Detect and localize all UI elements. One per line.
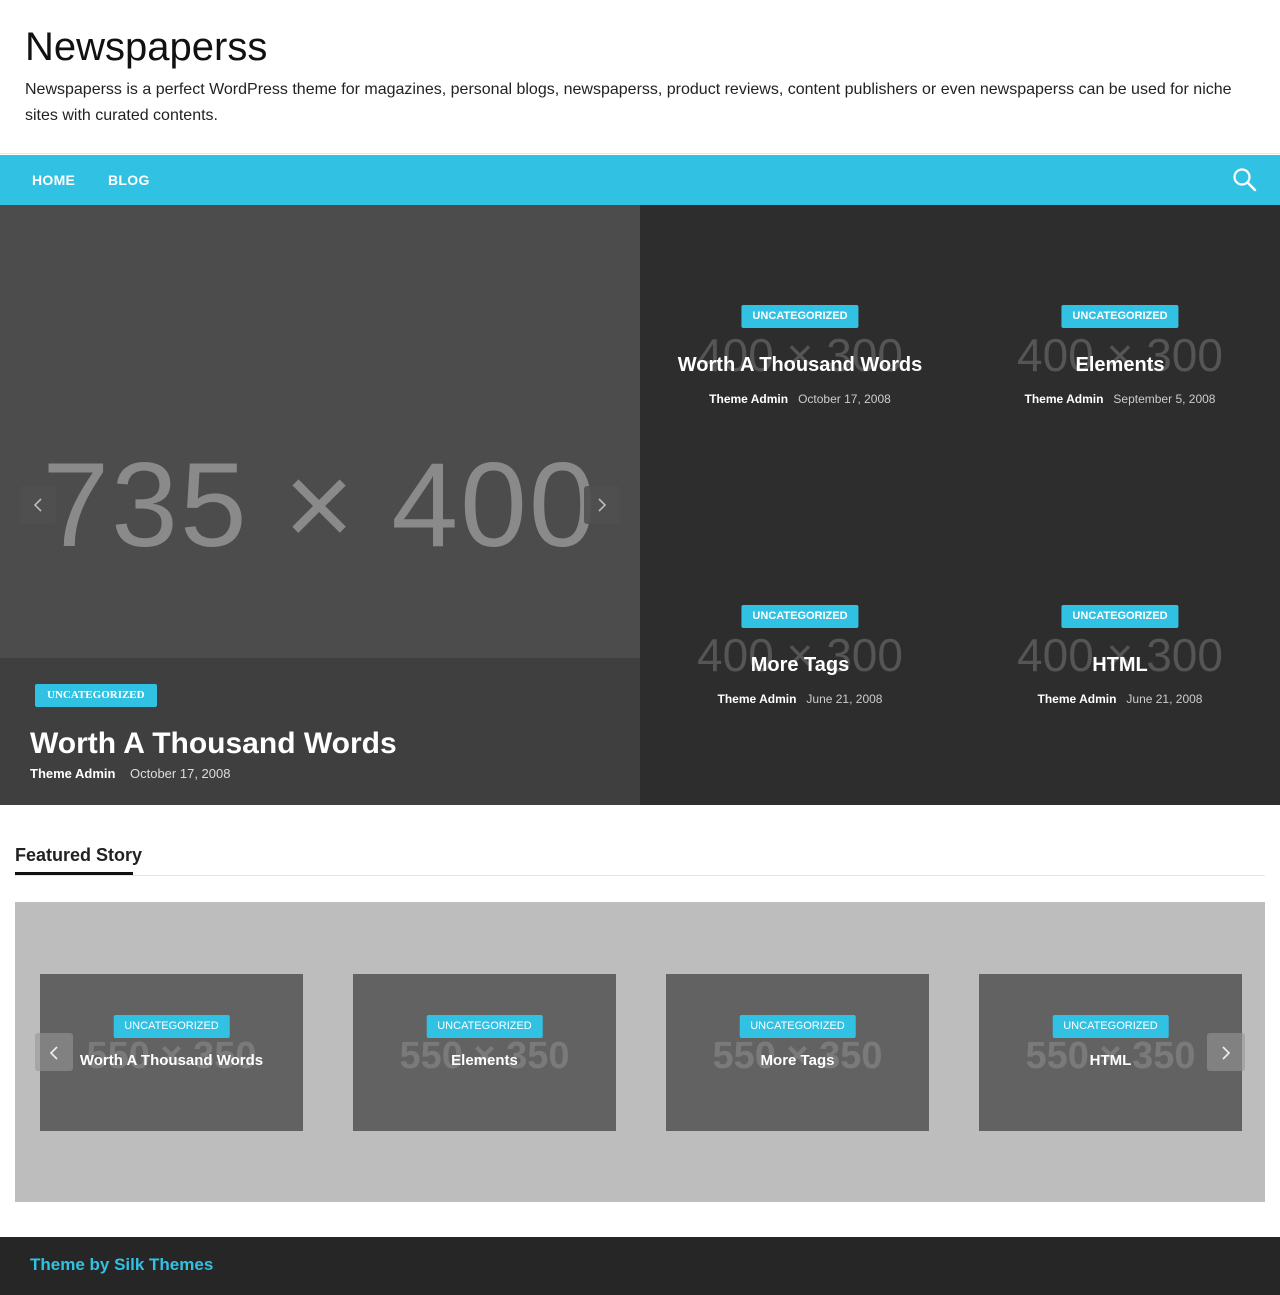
featured-section-heading: Featured Story xyxy=(15,845,143,865)
grid-post[interactable]: 400 × 300 UNCATEGORIZED More Tags Theme … xyxy=(640,505,960,805)
main-nav: HOME BLOG xyxy=(0,155,1280,205)
grid-category-badge[interactable]: UNCATEGORIZED xyxy=(741,605,859,628)
hero-post-grid: 400 × 300 UNCATEGORIZED Worth A Thousand… xyxy=(640,205,1280,805)
grid-post-title[interactable]: Elements xyxy=(960,351,1280,379)
featured-card-title[interactable]: HTML xyxy=(979,1050,1242,1072)
grid-post-date: June 21, 2008 xyxy=(1126,692,1203,706)
featured-card[interactable]: 550 × 350 UNCATEGORIZED Elements xyxy=(353,974,616,1131)
site-footer: Theme by Silk Themes xyxy=(0,1237,1280,1295)
featured-prev-button[interactable] xyxy=(35,1033,73,1071)
chevron-left-icon xyxy=(33,498,42,512)
grid-post[interactable]: 400 × 300 UNCATEGORIZED Worth A Thousand… xyxy=(640,205,960,505)
nav-item-home[interactable]: HOME xyxy=(32,155,75,205)
featured-category-badge[interactable]: UNCATEGORIZED xyxy=(739,1015,856,1038)
grid-post-meta: Theme Admin September 5, 2008 xyxy=(960,392,1280,406)
chevron-left-icon xyxy=(49,1046,58,1060)
featured-card-title[interactable]: More Tags xyxy=(666,1050,929,1072)
featured-carousel: 550 × 350 UNCATEGORIZED Worth A Thousand… xyxy=(15,902,1265,1202)
heading-underline xyxy=(15,872,133,875)
featured-card-title[interactable]: Elements xyxy=(353,1050,616,1072)
section-divider xyxy=(15,875,1265,876)
hero-image-placeholder[interactable]: 735 × 400 xyxy=(0,440,640,570)
featured-card[interactable]: 550 × 350 UNCATEGORIZED Worth A Thousand… xyxy=(40,974,303,1131)
hero-title[interactable]: Worth A Thousand Words xyxy=(30,725,397,763)
featured-card[interactable]: 550 × 350 UNCATEGORIZED HTML xyxy=(979,974,1242,1131)
featured-category-badge[interactable]: UNCATEGORIZED xyxy=(113,1015,230,1038)
grid-post-author[interactable]: Theme Admin xyxy=(718,692,797,706)
featured-category-badge[interactable]: UNCATEGORIZED xyxy=(426,1015,543,1038)
hero-author[interactable]: Theme Admin xyxy=(30,766,115,781)
search-icon[interactable] xyxy=(1232,167,1258,193)
hero-slider: 735 × 400 UNCATEGORIZED Worth A Thousand… xyxy=(0,205,640,805)
grid-post-meta: Theme Admin October 17, 2008 xyxy=(640,392,960,406)
hero-date: October 17, 2008 xyxy=(130,766,231,781)
grid-post-date: October 17, 2008 xyxy=(798,392,891,406)
grid-post-author[interactable]: Theme Admin xyxy=(1038,692,1117,706)
featured-next-button[interactable] xyxy=(1207,1033,1245,1071)
grid-post[interactable]: 400 × 300 UNCATEGORIZED Elements Theme A… xyxy=(960,205,1280,505)
grid-post-title[interactable]: More Tags xyxy=(640,651,960,679)
grid-post-title[interactable]: HTML xyxy=(960,651,1280,679)
grid-post-meta: Theme Admin June 21, 2008 xyxy=(640,692,960,706)
hero-category-badge[interactable]: UNCATEGORIZED xyxy=(35,684,157,707)
featured-card-title[interactable]: Worth A Thousand Words xyxy=(40,1050,303,1072)
grid-category-badge[interactable]: UNCATEGORIZED xyxy=(1061,305,1179,328)
grid-post-date: June 21, 2008 xyxy=(806,692,883,706)
grid-post-meta: Theme Admin June 21, 2008 xyxy=(960,692,1280,706)
hero-next-button[interactable] xyxy=(584,486,620,524)
grid-post-author[interactable]: Theme Admin xyxy=(1025,392,1104,406)
hero-prev-button[interactable] xyxy=(20,486,56,524)
footer-credit-link[interactable]: Theme by Silk Themes xyxy=(30,1255,213,1275)
featured-category-badge[interactable]: UNCATEGORIZED xyxy=(1052,1015,1169,1038)
chevron-right-icon xyxy=(1222,1046,1231,1060)
grid-post-date: September 5, 2008 xyxy=(1113,392,1216,406)
grid-post-author[interactable]: Theme Admin xyxy=(709,392,788,406)
site-title[interactable]: Newspaperss xyxy=(25,24,267,70)
grid-category-badge[interactable]: UNCATEGORIZED xyxy=(1061,605,1179,628)
site-description: Newspaperss is a perfect WordPress theme… xyxy=(25,81,1232,124)
chevron-right-icon xyxy=(598,498,607,512)
site-header: Newspaperss Newspaperss is a perfect Wor… xyxy=(0,0,1280,154)
grid-category-badge[interactable]: UNCATEGORIZED xyxy=(741,305,859,328)
grid-post[interactable]: 400 × 300 UNCATEGORIZED HTML Theme Admin… xyxy=(960,505,1280,805)
grid-post-title[interactable]: Worth A Thousand Words xyxy=(640,351,960,379)
nav-item-blog[interactable]: BLOG xyxy=(108,155,150,205)
featured-card[interactable]: 550 × 350 UNCATEGORIZED More Tags xyxy=(666,974,929,1131)
